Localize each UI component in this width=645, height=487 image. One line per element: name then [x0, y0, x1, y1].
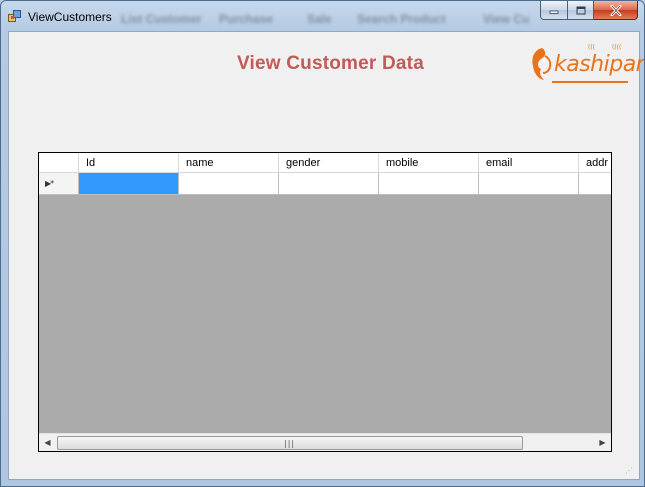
- grid-cell-address[interactable]: [579, 173, 611, 195]
- scroll-left-button[interactable]: ◀: [39, 434, 56, 451]
- ghost-menu-item: List Customer: [121, 12, 202, 26]
- column-header-gender[interactable]: gender: [279, 153, 379, 173]
- column-header-email[interactable]: email: [479, 153, 579, 173]
- client-area: View Customer Data ((( (((( kashipara Id…: [8, 31, 644, 480]
- arrow-left-icon: ◀: [44, 438, 51, 447]
- grip-icon: |||: [284, 439, 296, 448]
- ghost-menu-item: Purchase: [219, 12, 274, 26]
- resize-grip-icon[interactable]: ⋰: [625, 466, 633, 475]
- arrow-right-icon: ▶: [599, 438, 606, 447]
- grid-cell-email[interactable]: [479, 173, 579, 195]
- column-header-mobile[interactable]: mobile: [379, 153, 479, 173]
- grid-cell-mobile[interactable]: [379, 173, 479, 195]
- column-header-name[interactable]: name: [179, 153, 279, 173]
- title-bar[interactable]: ViewCustomers List Customer Purchase Sal…: [1, 1, 644, 31]
- scrollbar-thumb[interactable]: |||: [57, 436, 523, 450]
- window-title: ViewCustomers: [28, 10, 112, 24]
- close-button[interactable]: [594, 1, 638, 20]
- app-icon: [8, 10, 21, 22]
- horizontal-scrollbar[interactable]: ◀ ||| ▶: [39, 433, 611, 451]
- new-row: ▶*: [39, 173, 611, 195]
- new-row-marker-icon: ▶*: [45, 179, 54, 188]
- caption-buttons: [540, 1, 638, 21]
- ghost-menu-item: View Cu: [483, 12, 530, 26]
- close-icon: [609, 4, 622, 16]
- grid-cell-gender[interactable]: [279, 173, 379, 195]
- logo-text: kashipara: [554, 52, 645, 77]
- maximize-icon: [576, 6, 585, 14]
- scroll-right-button[interactable]: ▶: [594, 434, 611, 451]
- customer-data-grid[interactable]: Id name gender mobile email addr ▶* ◀ ||…: [38, 152, 612, 452]
- ghost-menu-item: Sale: [307, 12, 332, 26]
- lion-icon: [532, 48, 552, 80]
- grid-cell-name[interactable]: [179, 173, 279, 195]
- column-header-id[interactable]: Id: [79, 153, 179, 173]
- row-header-corner: [39, 153, 79, 173]
- maximize-button[interactable]: [568, 1, 594, 20]
- grid-header-row: Id name gender mobile email addr: [39, 153, 611, 173]
- row-header[interactable]: ▶*: [39, 173, 79, 195]
- company-logo: ((( (((( kashipara: [530, 40, 644, 88]
- minimize-icon: [549, 10, 559, 14]
- ghost-menu-item: Search Product: [357, 12, 446, 26]
- page-title: View Customer Data: [237, 53, 424, 74]
- grid-cell-id[interactable]: [79, 173, 179, 195]
- minimize-button[interactable]: [540, 1, 568, 20]
- column-header-address[interactable]: addr: [579, 153, 611, 173]
- logo-underline: [552, 81, 628, 83]
- window: ViewCustomers List Customer Purchase Sal…: [0, 0, 645, 487]
